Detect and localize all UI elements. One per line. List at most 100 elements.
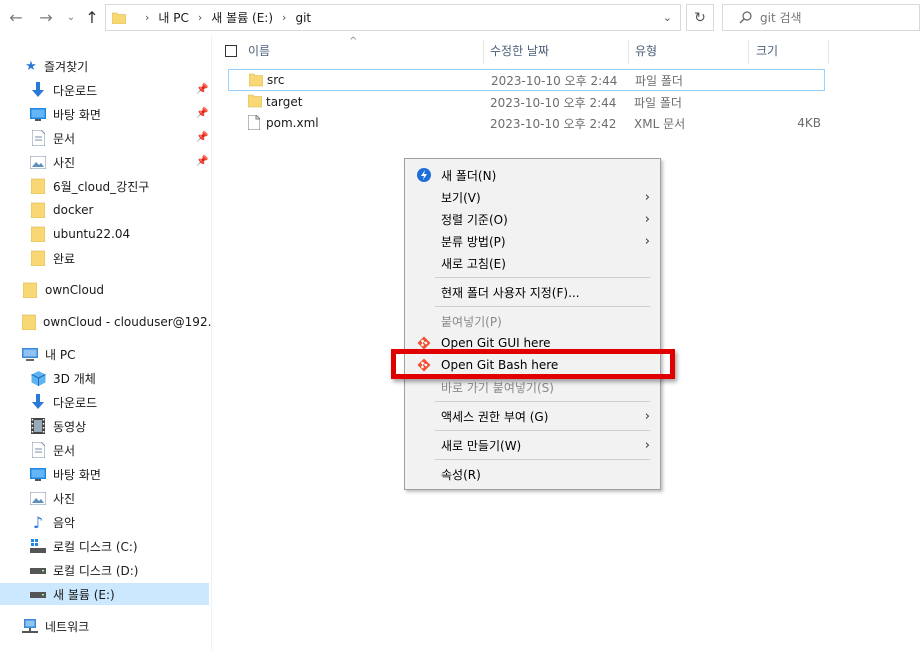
videos-icon <box>30 418 46 434</box>
search-input[interactable]: git 검색 <box>722 4 920 31</box>
download-arrow-icon <box>30 82 46 98</box>
file-name: pom.xml <box>266 116 319 130</box>
sidebar-item-folder-6wol[interactable]: 6월_cloud_강진구 <box>30 175 149 197</box>
sidebar-item-label: 바탕 화면 <box>53 467 101 482</box>
sidebar-item-drive-d[interactable]: 로컬 디스크 (D:) <box>30 559 138 581</box>
sidebar-item-label: 음악 <box>53 515 76 530</box>
sidebar-item-label: 다운로드 <box>53 83 98 98</box>
breadcrumb-this-pc[interactable]: 내 PC <box>158 9 188 26</box>
breadcrumb-git[interactable]: git <box>295 11 311 25</box>
folder-icon <box>30 202 46 218</box>
sidebar-item-pc-desktop[interactable]: 바탕 화면 <box>30 463 101 485</box>
sidebar-item-owncloud[interactable]: ownCloud <box>22 279 104 301</box>
sidebar-item-downloads[interactable]: 다운로드 <box>30 79 97 101</box>
menu-item-new-folder[interactable]: 새 폴더(N) <box>407 164 658 186</box>
submenu-arrow-icon: › <box>644 437 650 453</box>
column-label: 크기 <box>756 43 779 58</box>
sidebar-item-pc-downloads[interactable]: 다운로드 <box>30 391 97 413</box>
menu-item-label: 보기(V) <box>441 190 481 205</box>
menu-item-label: 분류 방법(P) <box>441 234 506 249</box>
file-modified: 2023-10-10 오후 2:42 <box>490 116 617 131</box>
sidebar-item-drive-c[interactable]: 로컬 디스크 (C:) <box>30 535 138 557</box>
column-label: 이름 <box>248 43 271 58</box>
refresh-button[interactable]: ↻ <box>686 4 714 31</box>
menu-item-label: 현재 폴더 사용자 지정(F)... <box>441 285 580 300</box>
column-divider[interactable] <box>748 40 749 64</box>
sidebar-item-pc-pictures[interactable]: 사진 <box>30 487 75 509</box>
menu-item-give-access[interactable]: 액세스 권한 부여 (G) › <box>407 405 658 427</box>
column-divider[interactable] <box>483 40 484 64</box>
sidebar-item-3d-objects[interactable]: 3D 개체 <box>30 367 96 389</box>
file-size: 4KB <box>797 116 821 130</box>
sidebar-item-drive-e[interactable]: 새 볼륨 (E:) <box>0 583 209 605</box>
context-menu: 새 폴더(N) 보기(V) › 정렬 기준(O) › 분류 방법(P) › 새로… <box>404 158 661 490</box>
menu-item-group-by[interactable]: 분류 방법(P) › <box>407 230 658 252</box>
submenu-arrow-icon: › <box>644 408 650 424</box>
computer-icon <box>22 346 38 362</box>
pin-icon[interactable]: 📌 <box>196 108 208 119</box>
menu-item-customize-folder[interactable]: 현재 폴더 사용자 지정(F)... <box>407 281 658 303</box>
pin-icon[interactable]: 📌 <box>196 84 208 95</box>
sidebar-item-desktop[interactable]: 바탕 화면 <box>30 103 101 125</box>
folder-icon <box>112 12 126 24</box>
sidebar-item-label: 사진 <box>53 491 76 506</box>
address-dropdown-icon[interactable]: ⌄ <box>663 11 672 24</box>
menu-item-refresh[interactable]: 새로 고침(E) <box>407 252 658 274</box>
sidebar-item-network[interactable]: 네트워크 <box>22 615 89 637</box>
menu-item-view[interactable]: 보기(V) › <box>407 186 658 208</box>
column-header-size[interactable]: 크기 <box>756 36 778 64</box>
menu-separator <box>435 306 650 307</box>
sidebar-item-label: ubuntu22.04 <box>53 227 131 241</box>
xml-file-icon <box>248 115 260 130</box>
sidebar-item-pc-documents[interactable]: 문서 <box>30 439 75 461</box>
sidebar-item-label: 문서 <box>53 443 76 458</box>
breadcrumb-volume-e[interactable]: 새 볼륨 (E:) <box>211 9 273 26</box>
back-arrow-icon[interactable]: ← <box>6 7 26 27</box>
3d-objects-icon <box>30 370 46 386</box>
sidebar-item-folder-done[interactable]: 완료 <box>30 247 75 269</box>
sidebar-item-documents[interactable]: 문서 <box>30 127 75 149</box>
address-bar[interactable]: › 내 PC › 새 볼륨 (E:) › git ⌄ <box>105 4 681 31</box>
sidebar-item-pictures[interactable]: 사진 <box>30 151 75 173</box>
column-divider[interactable] <box>828 40 829 64</box>
pin-icon[interactable]: 📌 <box>196 156 208 167</box>
sidebar-item-label: 로컬 디스크 (D:) <box>53 563 139 578</box>
select-all-checkbox[interactable] <box>225 45 237 57</box>
file-modified: 2023-10-10 오후 2:44 <box>490 95 617 110</box>
file-row-pom[interactable]: pom.xml 2023-10-10 오후 2:42 XML 문서 4KB <box>228 112 825 134</box>
menu-separator <box>435 401 650 402</box>
menu-separator <box>435 430 650 431</box>
sidebar-item-quick-access[interactable]: ★ 즐겨찾기 <box>24 55 88 77</box>
file-row-target[interactable]: target 2023-10-10 오후 2:44 파일 폴더 <box>228 91 825 113</box>
sidebar-item-this-pc[interactable]: 내 PC <box>22 343 75 365</box>
menu-item-label: 속성(R) <box>441 467 481 482</box>
sidebar-item-music[interactable]: ♪ 음악 <box>30 511 75 533</box>
file-modified: 2023-10-10 오후 2:44 <box>491 73 618 88</box>
pin-icon[interactable]: 📌 <box>196 132 208 143</box>
column-header-name[interactable]: 이름 <box>248 36 270 64</box>
sidebar-item-label: 완료 <box>53 251 76 266</box>
search-placeholder: git 검색 <box>760 11 802 25</box>
menu-item-label: 액세스 권한 부여 (G) <box>441 409 549 424</box>
breadcrumb-separator-icon: › <box>145 11 150 24</box>
submenu-arrow-icon: › <box>644 211 650 227</box>
column-divider[interactable] <box>628 40 629 64</box>
sidebar-item-label: 네트워크 <box>45 619 90 634</box>
forward-arrow-icon[interactable]: → <box>36 7 56 27</box>
up-arrow-icon[interactable]: ↑ <box>82 7 102 27</box>
column-header-type[interactable]: 유형 <box>635 36 657 64</box>
menu-item-properties[interactable]: 속성(R) <box>407 463 658 485</box>
file-name: src <box>267 73 285 87</box>
sidebar-item-owncloud-clouduser[interactable]: ownCloud - clouduser@192.16 <box>22 311 212 333</box>
sidebar-item-folder-docker[interactable]: docker <box>30 199 93 221</box>
sidebar-item-label: 동영상 <box>53 419 87 434</box>
sidebar-item-videos[interactable]: 동영상 <box>30 415 86 437</box>
file-row-src[interactable]: src 2023-10-10 오후 2:44 파일 폴더 <box>228 69 825 91</box>
sidebar-item-label: 다운로드 <box>53 395 98 410</box>
sidebar-item-folder-ubuntu[interactable]: ubuntu22.04 <box>30 223 130 245</box>
column-header-modified[interactable]: 수정한 날짜 <box>490 36 549 64</box>
column-label: 수정한 날짜 <box>490 43 550 58</box>
recent-locations-chevron-icon[interactable]: ⌄ <box>61 7 81 27</box>
menu-item-sort-by[interactable]: 정렬 기준(O) › <box>407 208 658 230</box>
menu-item-new[interactable]: 새로 만들기(W) › <box>407 434 658 456</box>
